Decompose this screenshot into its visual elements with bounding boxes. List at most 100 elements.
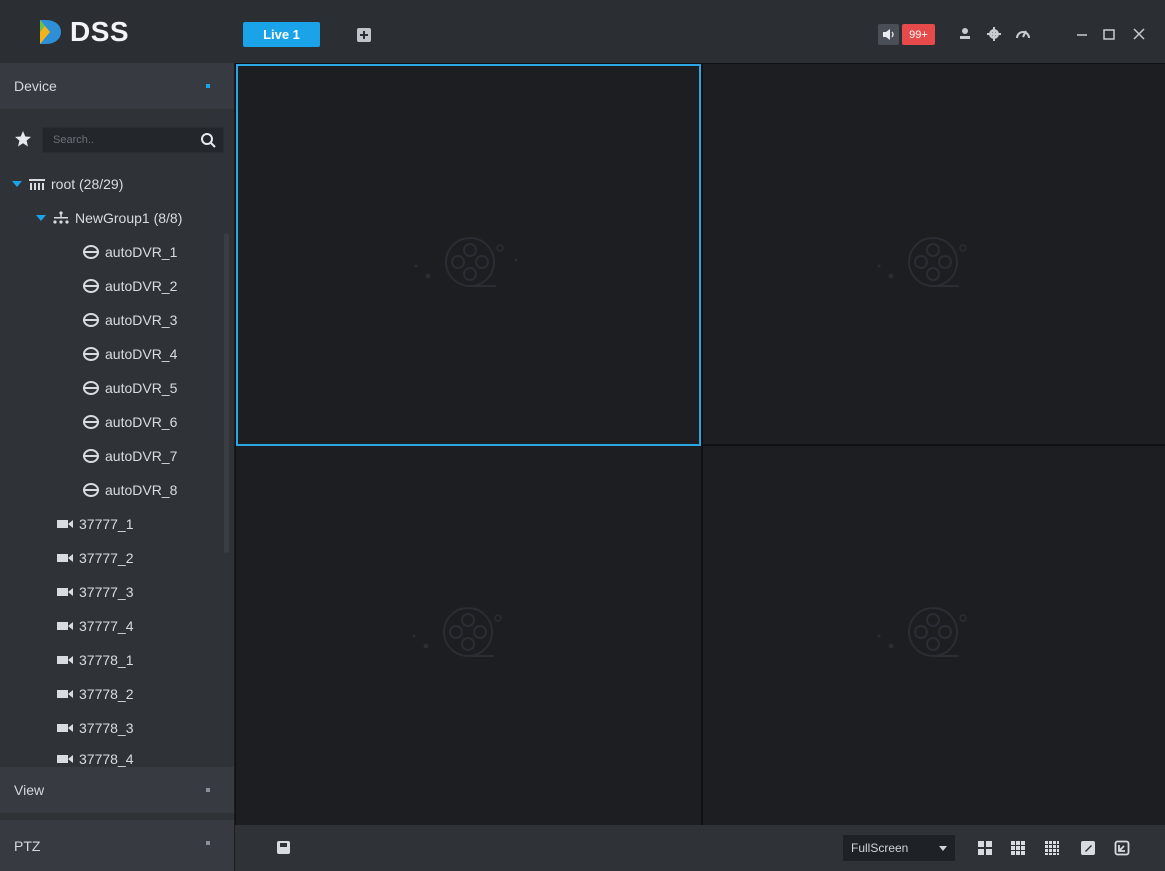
dvr-device-icon	[82, 381, 100, 395]
dvr-device-icon	[82, 347, 100, 361]
tree-dvr-label: autoDVR_2	[105, 278, 178, 294]
camera-icon	[57, 588, 73, 596]
film-reel-icon	[412, 607, 502, 657]
tree-camera-label: 37777_3	[79, 584, 134, 600]
dvr-device-icon	[82, 279, 100, 293]
section-device[interactable]: Device	[0, 63, 234, 109]
add-tab-icon[interactable]	[357, 28, 371, 42]
search-icon[interactable]	[200, 132, 216, 148]
custom-layout-icon[interactable]	[1080, 840, 1096, 856]
dvr-device-icon	[82, 313, 100, 327]
dvr-device-icon	[82, 415, 100, 429]
tree-camera[interactable]: 37777_1	[56, 507, 134, 541]
tree-scrollbar[interactable]	[224, 233, 229, 553]
tree-camera-label: 37777_4	[79, 618, 134, 634]
tree-camera[interactable]: 37778_3	[56, 711, 134, 745]
tree-dvr[interactable]: autoDVR_8	[82, 473, 177, 507]
tree-dvr-label: autoDVR_8	[105, 482, 178, 498]
tree-dvr[interactable]: autoDVR_6	[82, 405, 177, 439]
app-logo-icon	[40, 20, 61, 44]
camera-icon	[57, 520, 73, 528]
section-ptz-label: PTZ	[14, 837, 41, 854]
tree-root[interactable]: root (28/29)	[12, 167, 123, 201]
tree-group[interactable]: NewGroup1 (8/8)	[36, 201, 182, 235]
camera-icon	[57, 622, 73, 630]
title-bar: DSS Live 1 99+	[0, 0, 1165, 63]
tree-dvr-label: autoDVR_7	[105, 448, 178, 464]
chevron-right-icon	[206, 841, 210, 845]
section-view-label: View	[14, 782, 45, 798]
tree-dvr[interactable]: autoDVR_5	[82, 371, 177, 405]
maximize-icon[interactable]	[1101, 26, 1117, 42]
app-name: DSS	[70, 16, 130, 47]
tree-dvr-label: autoDVR_6	[105, 414, 178, 430]
tree-camera[interactable]: 37777_2	[56, 541, 134, 575]
dvr-device-icon	[82, 483, 100, 497]
tree-dvr[interactable]: autoDVR_2	[82, 269, 177, 303]
layout-16-icon[interactable]	[1044, 840, 1060, 856]
close-icon[interactable]	[1131, 26, 1147, 42]
tree-dvr-label: autoDVR_1	[105, 244, 178, 260]
film-reel-icon	[877, 607, 967, 657]
video-window-2[interactable]	[703, 64, 1165, 444]
tree-camera-label: 37778_2	[79, 686, 134, 702]
expand-caret-icon[interactable]	[12, 181, 22, 187]
video-window-4[interactable]	[703, 446, 1165, 825]
tree-dvr-label: autoDVR_3	[105, 312, 178, 328]
tree-dvr[interactable]: autoDVR_3	[82, 303, 177, 337]
expand-caret-icon[interactable]	[36, 215, 46, 221]
left-panel: Device Search.. root (28/29) NewGroup1 (…	[0, 63, 234, 871]
user-icon[interactable]	[957, 26, 973, 42]
alarm-count-badge[interactable]: 99+	[902, 24, 935, 45]
root-node-icon	[29, 179, 45, 190]
video-grid	[235, 63, 1165, 825]
save-icon[interactable]	[276, 840, 291, 855]
favorites-star-icon[interactable]	[14, 130, 32, 148]
settings-icon[interactable]	[986, 26, 1002, 42]
camera-icon	[57, 724, 73, 732]
section-view[interactable]: View	[0, 767, 234, 813]
tree-dvr[interactable]: autoDVR_4	[82, 337, 177, 371]
sound-icon[interactable]	[878, 24, 899, 45]
window-fit-icon[interactable]	[1114, 840, 1130, 856]
minimize-icon[interactable]	[1074, 26, 1090, 42]
tree-camera[interactable]: 37777_3	[56, 575, 134, 609]
tree-camera-label: 37777_2	[79, 550, 134, 566]
tree-dvr[interactable]: autoDVR_1	[82, 235, 177, 269]
tab-live-1[interactable]: Live 1	[243, 22, 320, 47]
dvr-device-icon	[82, 449, 100, 463]
camera-icon	[57, 656, 73, 664]
layout-9-icon[interactable]	[1010, 840, 1026, 856]
chevron-right-icon	[206, 788, 210, 792]
video-window-1[interactable]	[236, 64, 701, 446]
section-device-label: Device	[14, 78, 57, 94]
tree-camera-label: 37778_3	[79, 720, 134, 736]
section-ptz[interactable]: PTZ	[0, 820, 234, 871]
dvr-device-icon	[82, 245, 100, 259]
fullscreen-select-value: FullScreen	[851, 841, 909, 855]
video-window-3[interactable]	[236, 446, 701, 825]
film-reel-icon	[414, 237, 518, 287]
dropdown-arrow-icon	[939, 846, 947, 851]
camera-icon	[57, 554, 73, 562]
tree-group-label: NewGroup1 (8/8)	[75, 210, 183, 226]
film-reel-icon	[877, 237, 967, 287]
tree-camera[interactable]: 37778_2	[56, 677, 134, 711]
tree-dvr[interactable]: autoDVR_7	[82, 439, 177, 473]
search-input[interactable]: Search..	[42, 127, 224, 153]
fullscreen-select[interactable]: FullScreen	[843, 835, 955, 861]
group-node-icon	[53, 211, 69, 224]
app-logo: DSS	[34, 14, 174, 50]
tree-camera-label: 37777_1	[79, 516, 134, 532]
tree-dvr-label: autoDVR_4	[105, 346, 178, 362]
tree-camera[interactable]: 37777_4	[56, 609, 134, 643]
camera-icon	[57, 755, 73, 763]
camera-icon	[57, 690, 73, 698]
performance-icon[interactable]	[1015, 26, 1031, 42]
layout-4-icon[interactable]	[977, 840, 993, 856]
bottom-toolbar: FullScreen	[235, 825, 1165, 871]
tree-camera-label: 37778_1	[79, 652, 134, 668]
tree-dvr-label: autoDVR_5	[105, 380, 178, 396]
search-row: Search..	[14, 127, 224, 153]
tree-camera[interactable]: 37778_1	[56, 643, 134, 677]
